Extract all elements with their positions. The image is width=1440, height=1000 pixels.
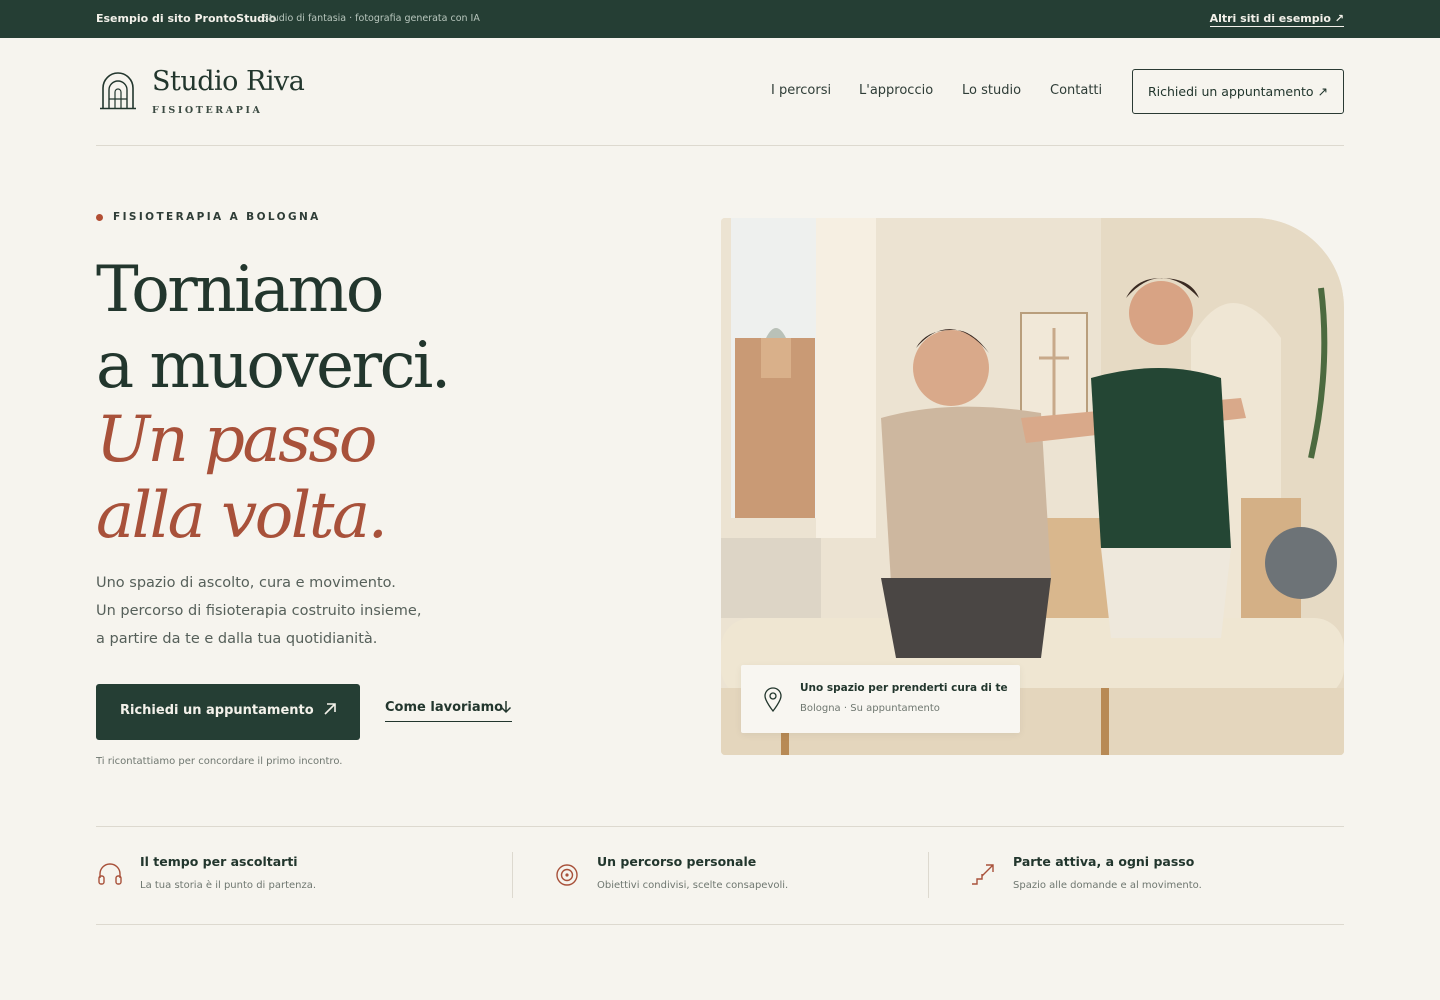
- nav-studio[interactable]: Lo studio: [962, 83, 1021, 98]
- arrow-down-icon: [500, 700, 512, 718]
- banner-note: Studio di fantasia · fotografia generata…: [263, 13, 480, 24]
- stairs-arrow-icon: [972, 864, 994, 885]
- photo-card-title: Uno spazio per prenderti cura di te: [800, 682, 1008, 694]
- feature-desc-personal: Obiettivi condivisi, scelte consapevoli.: [597, 880, 789, 891]
- header-divider: [96, 145, 1344, 146]
- hero-title-line-4: alla volta.: [96, 479, 388, 553]
- arrow-up-right-icon: [322, 701, 338, 721]
- primary-appointment-button[interactable]: Richiedi un appuntamento: [96, 684, 360, 740]
- features-top-divider: [96, 826, 1344, 827]
- nav-percorsi[interactable]: I percorsi: [771, 83, 831, 98]
- features-bottom-divider: [96, 924, 1344, 925]
- feature-desc-active: Spazio alle domande e al movimento.: [1013, 880, 1202, 891]
- feature-title-personal: Un percorso personale: [597, 854, 757, 869]
- nav-contatti[interactable]: Contatti: [1050, 83, 1102, 98]
- location-pin-icon: [764, 687, 782, 712]
- hero-lead-line-3: a partire da te e dalla tua quotidianità…: [96, 631, 378, 647]
- hero-eyebrow: FISIOTERAPIA A BOLOGNA: [96, 211, 321, 223]
- feature-separator: [512, 852, 513, 898]
- photo-card-subtitle: Bologna · Su appuntamento: [800, 703, 940, 714]
- arch-logo-icon[interactable]: [100, 72, 136, 110]
- hero-title-line-2: a muoverci.: [96, 329, 451, 403]
- hero-title-line-3: Un passo: [96, 403, 377, 477]
- eyebrow-text: FISIOTERAPIA A BOLOGNA: [113, 211, 321, 223]
- headphones-icon: [98, 863, 122, 885]
- feature-title-active: Parte attiva, a ogni passo: [1013, 854, 1195, 869]
- feature-separator: [928, 852, 929, 898]
- feature-desc-listen: La tua storia è il punto di partenza.: [140, 880, 317, 891]
- other-sites-link[interactable]: Altri siti di esempio ↗: [1209, 12, 1344, 27]
- photo-info-card: Uno spazio per prenderti cura di te Bolo…: [741, 665, 1020, 733]
- logo-subtitle: FISIOTERAPIA: [152, 105, 263, 116]
- logo-name[interactable]: Studio Riva: [152, 66, 305, 97]
- primary-appointment-label: Richiedi un appuntamento: [120, 703, 314, 718]
- feature-title-listen: Il tempo per ascoltarti: [140, 854, 298, 869]
- hero-lead-line-2: Un percorso di fisioterapia costruito in…: [96, 603, 422, 619]
- how-we-work-label: Come lavoriamo: [385, 700, 504, 715]
- nav-approccio[interactable]: L'approccio: [859, 83, 933, 98]
- hero-contact-note: Ti ricontattiamo per concordare il primo…: [96, 756, 343, 767]
- header-appointment-button[interactable]: Richiedi un appuntamento ↗: [1132, 69, 1344, 114]
- target-icon: [556, 864, 578, 886]
- banner-brand: Esempio di sito ProntoStudio: [96, 12, 277, 25]
- eyebrow-dot-icon: [96, 213, 103, 221]
- hero-lead-line-1: Uno spazio di ascolto, cura e movimento.: [96, 575, 396, 591]
- hero-title-line-1: Torniamo: [96, 253, 384, 327]
- how-we-work-link[interactable]: Come lavoriamo: [385, 700, 512, 722]
- top-banner: Esempio di sito ProntoStudio Studio di f…: [0, 0, 1440, 38]
